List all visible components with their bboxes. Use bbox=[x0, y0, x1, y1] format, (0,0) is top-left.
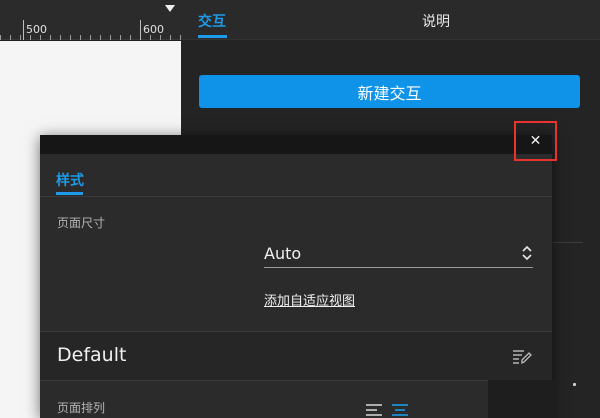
default-view-row: Default bbox=[40, 331, 552, 381]
active-tab-indicator bbox=[198, 35, 227, 38]
panel-tabs: 交互 说明 bbox=[181, 0, 600, 40]
tab-interaction[interactable]: 交互 bbox=[198, 11, 226, 31]
active-tab-indicator bbox=[56, 192, 83, 195]
scroll-indicator bbox=[573, 383, 576, 386]
page-arrange-label: 页面排列 bbox=[57, 401, 106, 415]
page-size-label: 页面尺寸 bbox=[57, 216, 106, 230]
ruler-major-tick bbox=[23, 20, 24, 40]
panel-background bbox=[488, 380, 558, 418]
default-view-title: Default bbox=[57, 344, 127, 366]
tab-notes[interactable]: 说明 bbox=[422, 11, 450, 31]
ruler-label-600: 600 bbox=[143, 23, 164, 36]
align-center-icon[interactable] bbox=[392, 404, 408, 416]
divider bbox=[40, 196, 552, 197]
page-size-value: Auto bbox=[264, 244, 302, 263]
edit-list-icon[interactable] bbox=[512, 348, 532, 366]
close-icon: ✕ bbox=[529, 133, 542, 149]
ruler-scale: 500 600 bbox=[0, 20, 181, 40]
page-size-select[interactable]: Auto bbox=[264, 241, 533, 268]
dialog-titlebar[interactable] bbox=[40, 135, 552, 154]
ruler-major-tick bbox=[140, 20, 141, 40]
close-button[interactable]: ✕ bbox=[514, 121, 557, 161]
add-adaptive-view-link[interactable]: 添加自适应视图 bbox=[264, 290, 355, 309]
divider bbox=[553, 242, 583, 243]
tab-style[interactable]: 样式 bbox=[56, 170, 84, 190]
horizontal-ruler: 500 600 bbox=[0, 0, 181, 40]
align-left-icon[interactable] bbox=[366, 404, 382, 416]
new-interaction-button[interactable]: 新建交互 bbox=[199, 75, 580, 108]
up-down-chevron-icon bbox=[522, 245, 532, 261]
style-dialog: ✕ 样式 页面尺寸 Auto 添加自适应视图 Default 页面排列 bbox=[40, 121, 557, 418]
ruler-label-500: 500 bbox=[26, 23, 47, 36]
caret-down-icon[interactable] bbox=[165, 5, 175, 12]
alignment-toggle-group bbox=[366, 404, 408, 416]
